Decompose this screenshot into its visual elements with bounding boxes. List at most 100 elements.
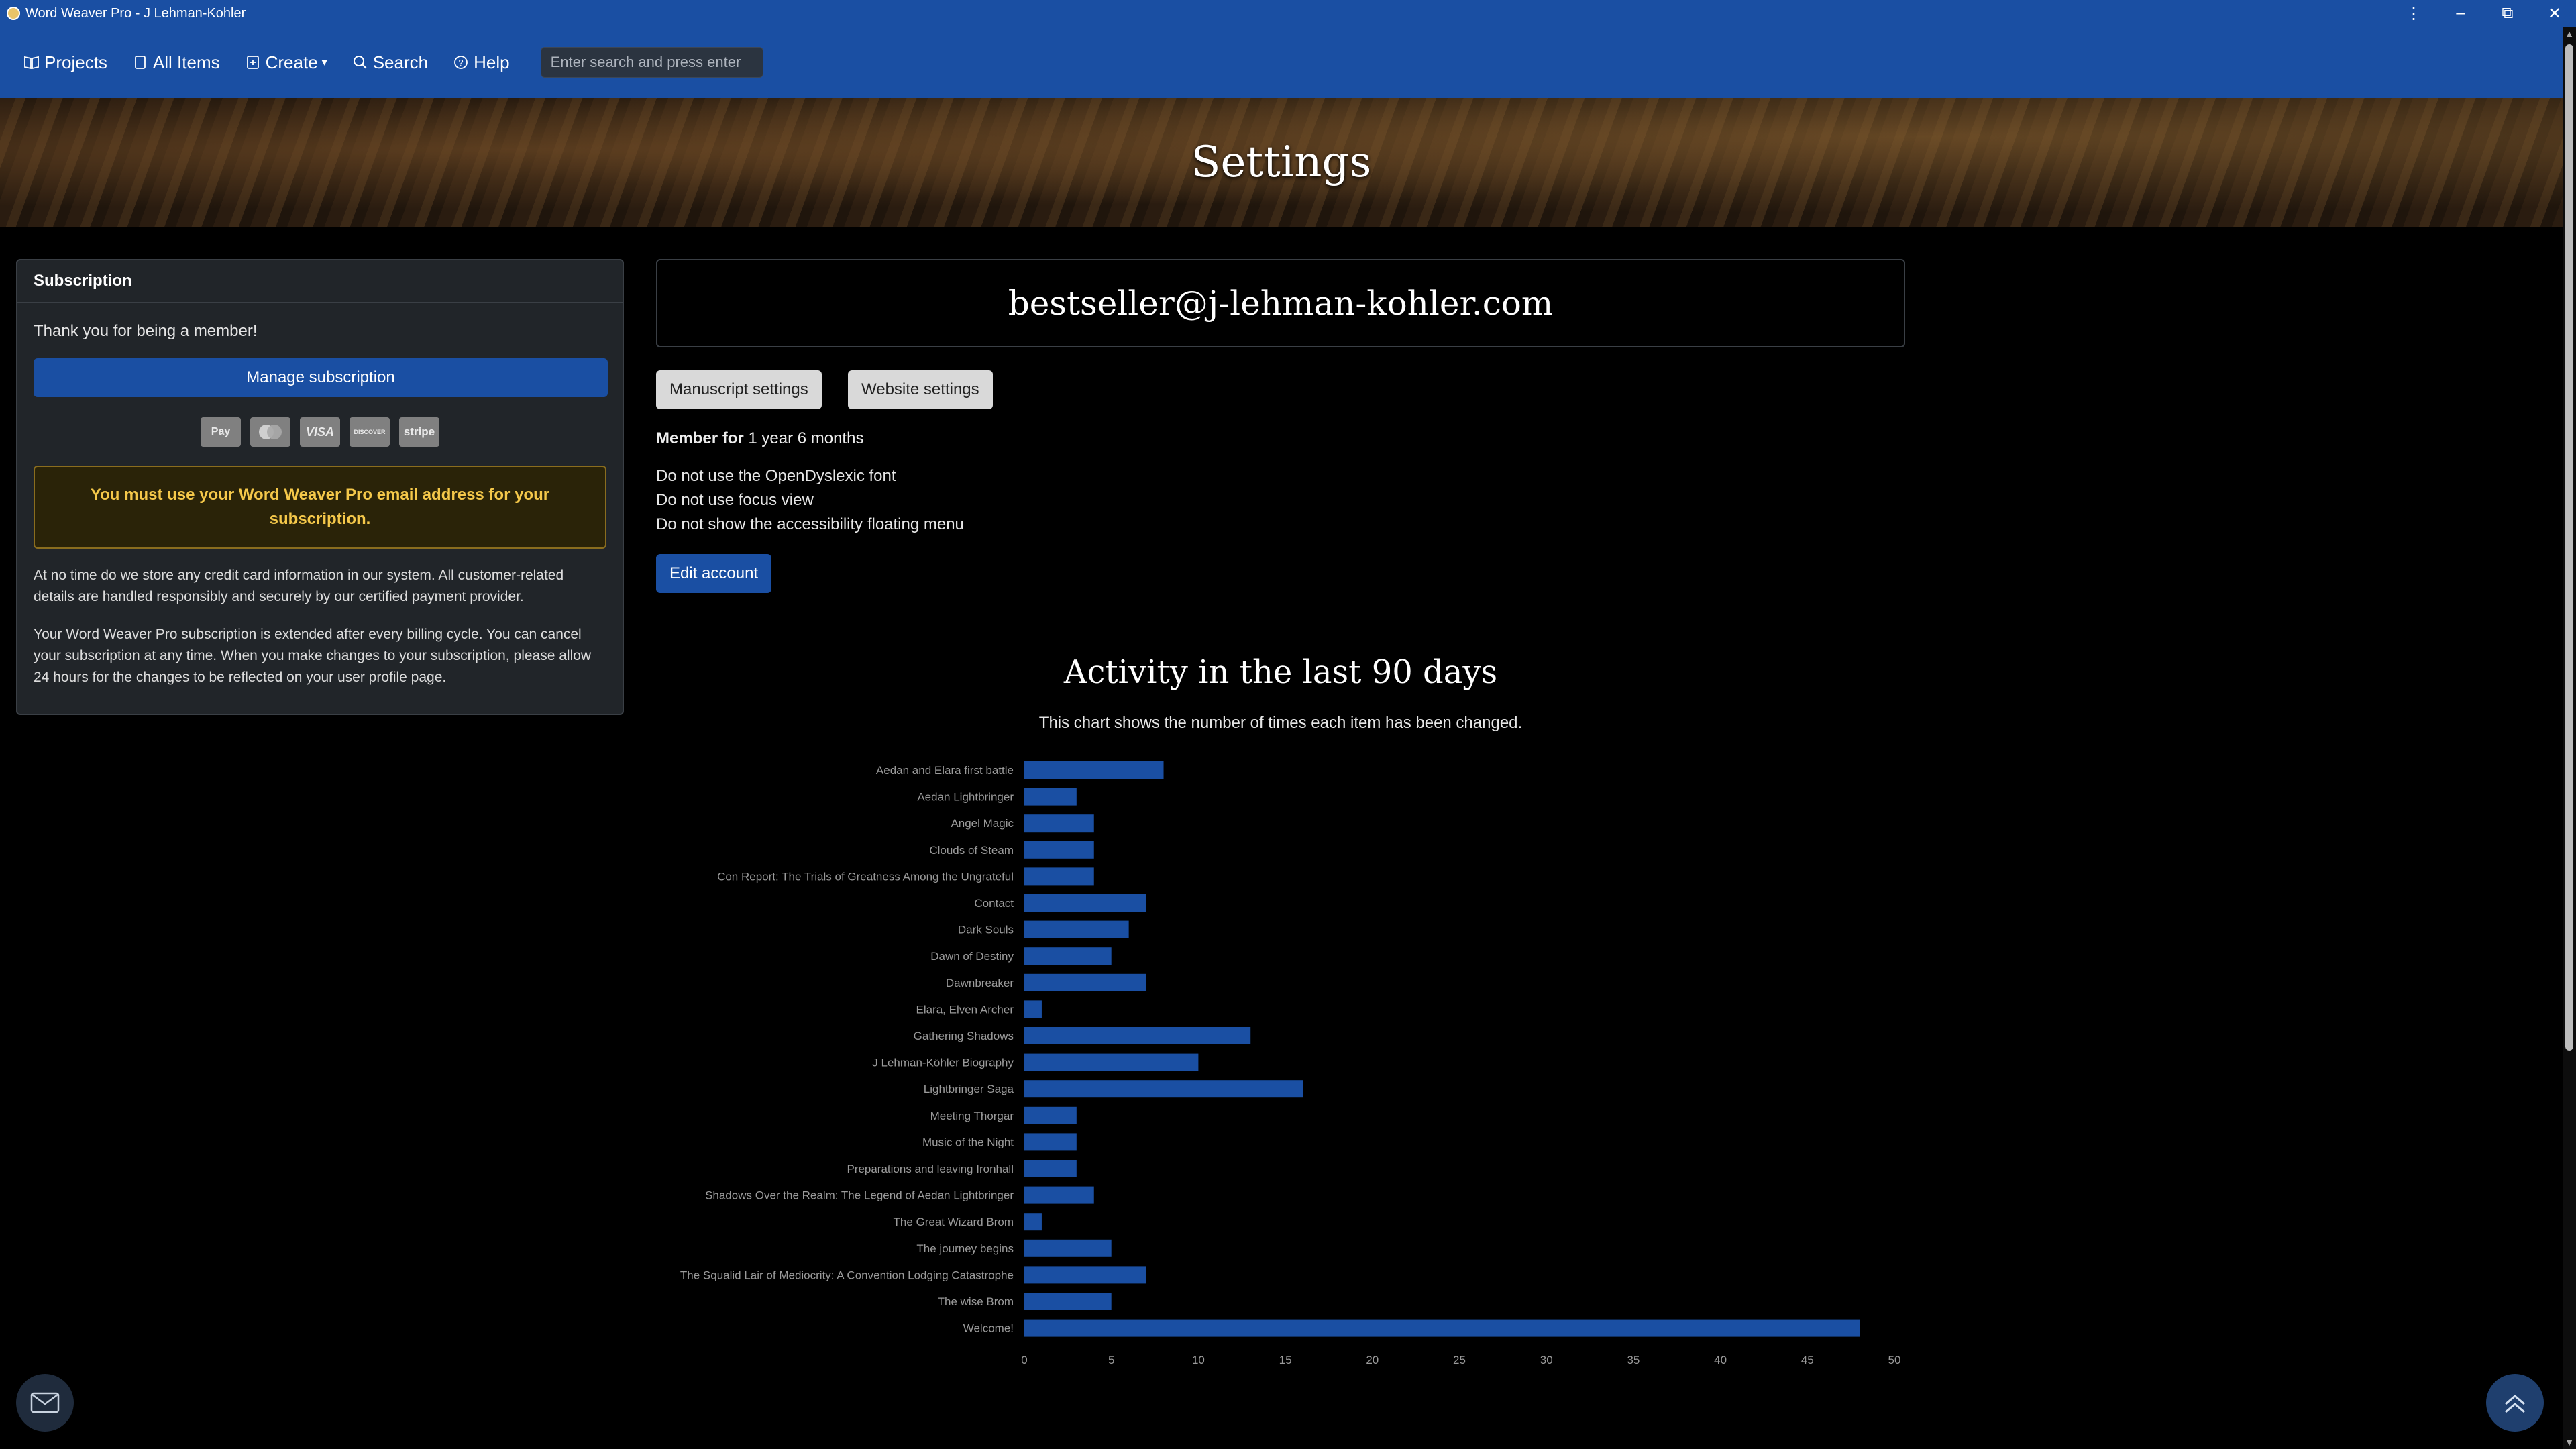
bar[interactable] [1024,1106,1077,1124]
pref-focus-view: Do not use focus view [656,491,814,509]
category-label: Aedan and Elara first battle [876,764,1014,777]
page-scrollbar[interactable]: ▲ ▼ [2563,27,2576,1449]
membership-duration: Member for 1 year 6 months [656,429,863,448]
bar[interactable] [1024,973,1146,991]
category-label: Contact [974,897,1014,910]
scroll-up-arrow-icon[interactable]: ▲ [2563,28,2576,39]
bar[interactable] [1024,1319,1860,1337]
nav-search-label: Search [372,52,429,72]
restore-icon[interactable]: ⧉ [2500,4,2516,23]
nav-help[interactable]: ? Help [453,52,510,73]
manuscript-settings-button[interactable]: Manuscript settings [656,370,822,409]
caret-down-icon: ▾ [321,57,327,68]
bar[interactable] [1024,1160,1077,1177]
chart-subtitle: This chart shows the number of times eac… [1038,714,1523,732]
window-titlebar: Word Weaver Pro - J Lehman-Kohler ⋮ – ⧉ … [0,0,2576,27]
nav-search[interactable]: Search [353,52,428,73]
category-label: Dark Souls [958,924,1014,936]
x-tick-label: 25 [1453,1354,1466,1366]
bar[interactable] [1024,814,1094,833]
bar[interactable] [1024,1266,1146,1284]
manage-subscription-button[interactable]: Manage subscription [34,358,608,397]
x-tick-label: 35 [1627,1354,1640,1366]
edit-account-button[interactable]: Edit account [656,554,772,593]
category-label: J Lehman-Köhler Biography [872,1057,1014,1069]
nav-all-items[interactable]: All Items [133,52,220,73]
category-label: The journey begins [916,1242,1014,1255]
book-icon [24,55,39,70]
x-tick-label: 40 [1714,1354,1727,1366]
pref-dyslexic-font: Do not use the OpenDyslexic font [656,467,896,485]
member-value: 1 year 6 months [748,429,864,447]
scroll-down-arrow-icon[interactable]: ▼ [2563,1437,2576,1448]
plus-square-icon [246,55,260,70]
bar[interactable] [1024,1213,1042,1231]
activity-bar-chart: Aedan and Elara first battle Aedan Lightb… [680,761,1900,1366]
subscription-header: Subscription [17,260,623,303]
nav-projects-label: Projects [44,52,107,72]
x-tick-label: 30 [1540,1354,1553,1366]
bar[interactable] [1024,788,1077,806]
website-settings-button[interactable]: Website settings [848,370,993,409]
category-label: The Squalid Lair of Mediocrity: A Conven… [680,1269,1014,1281]
bar[interactable] [1024,841,1094,859]
bar[interactable] [1024,1186,1094,1204]
bar[interactable] [1024,920,1129,938]
document-icon [133,55,148,70]
category-label: Clouds of Steam [929,844,1014,857]
bar[interactable] [1024,1027,1251,1044]
minimize-icon[interactable]: – [2453,4,2469,23]
discover-icon: DISCOVER [350,417,390,447]
bar[interactable] [1024,1080,1303,1098]
bar[interactable] [1024,894,1146,912]
thanks-text: Thank you for being a member! [34,322,258,340]
category-label: Welcome! [963,1322,1014,1335]
billing-info-text: Your Word Weaver Pro subscription is ext… [34,627,592,685]
category-label: Dawnbreaker [946,977,1014,989]
email-warning: You must use your Word Weaver Pro email … [34,466,606,549]
x-tick-label: 15 [1279,1354,1292,1366]
category-label: Aedan Lightbringer [917,791,1014,804]
close-icon[interactable]: ✕ [2546,4,2563,23]
category-label: Lightbringer Saga [924,1083,1014,1095]
search-input[interactable] [540,47,763,78]
nav-all-items-label: All Items [152,52,220,72]
x-tick-label: 20 [1366,1354,1379,1366]
double-chevron-up-icon [2505,1395,2525,1413]
bar[interactable] [1024,1133,1077,1151]
category-label: The wise Brom [938,1295,1014,1308]
help-icon: ? [453,55,468,70]
app-icon [7,7,20,20]
bar[interactable] [1024,761,1164,779]
more-options-icon[interactable]: ⋮ [2406,4,2422,23]
bar[interactable] [1024,1293,1112,1310]
visa-icon: VISA [300,417,340,447]
category-label: Music of the Night [922,1136,1014,1148]
category-label: The Great Wizard Brom [894,1216,1014,1228]
account-email: bestseller@j-lehman-kohler.com [656,259,1905,347]
bar[interactable] [1024,867,1094,885]
x-tick-label: 45 [1801,1354,1814,1366]
pref-accessibility-menu: Do not show the accessibility floating m… [656,515,964,533]
bar[interactable] [1024,947,1112,965]
x-tick-label: 0 [1021,1354,1027,1366]
nav-create[interactable]: Create ▾ [246,52,327,73]
nav-projects[interactable]: Projects [24,52,107,73]
bar[interactable] [1024,1053,1199,1071]
contact-button[interactable] [16,1374,74,1432]
member-label: Member for [656,429,744,447]
nav-help-label: Help [474,52,510,72]
mail-icon [30,1392,60,1413]
chart-title: Activity in the last 90 days [1063,653,1498,691]
page-title: Settings [1191,138,1372,187]
payment-info-text: At no time do we store any credit card i… [34,568,564,604]
payment-icons: Pay VISA DISCOVER stripe [34,417,606,447]
bar[interactable] [1024,1239,1112,1257]
bar[interactable] [1024,1000,1042,1018]
svg-text:?: ? [458,58,463,68]
scrollbar-thumb[interactable] [2565,44,2573,1051]
x-tick-label: 10 [1192,1354,1205,1366]
mastercard-icon [250,417,290,447]
scroll-to-top-button[interactable] [2486,1374,2544,1432]
category-label: Meeting Thorgar [930,1110,1014,1122]
